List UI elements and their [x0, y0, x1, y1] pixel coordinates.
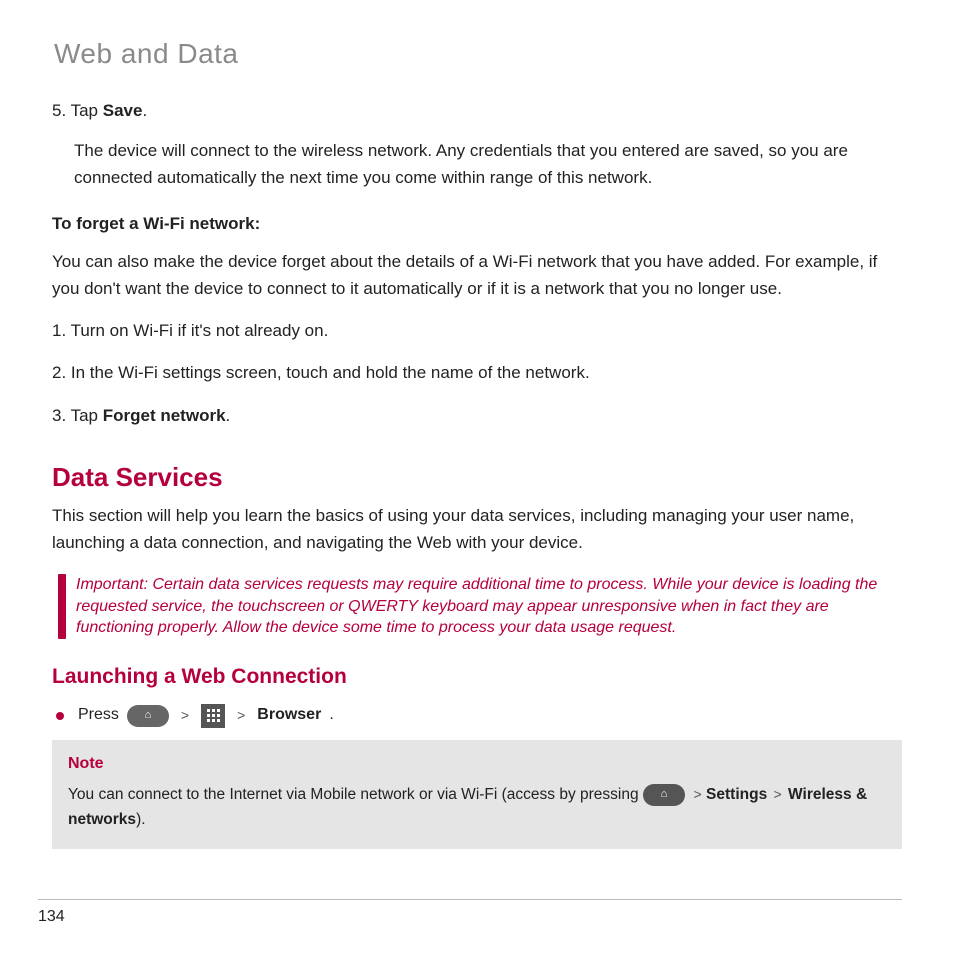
page-title: Web and Data [54, 38, 902, 70]
settings-label: Settings [706, 786, 767, 803]
step-5: 5. Tap Save. [52, 98, 902, 124]
chevron-icon: > [233, 705, 249, 727]
forget-heading: To forget a Wi-Fi network: [52, 211, 902, 237]
forget-step-1: 1. Turn on Wi-Fi if it's not already on. [52, 318, 902, 344]
home-icon: ⌂ [643, 784, 685, 806]
body-content: 5. Tap Save. The device will connect to … [52, 98, 902, 849]
section-heading-data-services: Data Services [52, 457, 902, 497]
data-services-intro: This section will help you learn the bas… [52, 503, 902, 556]
important-label: Important: [76, 576, 148, 593]
press-label: Press [78, 703, 119, 728]
forget-paragraph: You can also make the device forget abou… [52, 249, 902, 302]
period: . [329, 703, 333, 728]
step-text-post: . [142, 101, 147, 120]
step-number: 5. [52, 101, 71, 120]
document-page: Web and Data 5. Tap Save. The device wil… [0, 0, 954, 954]
note-box: Note You can connect to the Internet via… [52, 740, 902, 848]
note-label: Note [68, 752, 886, 777]
step-5-detail: The device will connect to the wireless … [74, 138, 902, 191]
footer-divider [38, 899, 902, 900]
page-number: 134 [38, 908, 65, 926]
apps-icon [201, 704, 225, 728]
chevron-icon: > [694, 786, 702, 802]
note-body: You can connect to the Internet via Mobi… [68, 783, 886, 833]
home-icon: ⌂ [127, 705, 169, 727]
callout-bar [58, 574, 66, 639]
bullet-dot [56, 712, 64, 720]
section-heading-launching: Launching a Web Connection [52, 661, 902, 694]
chevron-icon: > [177, 705, 193, 727]
browser-label: Browser [257, 703, 321, 728]
step-bold: Save [103, 101, 143, 120]
step-text-pre: Tap [71, 101, 103, 120]
step-bold: Forget network [103, 406, 226, 425]
forget-step-2: 2. In the Wi-Fi settings screen, touch a… [52, 360, 902, 386]
chevron-icon: > [772, 786, 784, 802]
note-close: ). [136, 811, 145, 828]
important-callout: Important: Certain data services request… [58, 574, 902, 639]
press-sequence: Press ⌂ > > Browser. [56, 703, 902, 728]
callout-text: Important: Certain data services request… [76, 574, 902, 639]
step-pre: 3. Tap [52, 406, 103, 425]
important-body: Certain data services requests may requi… [76, 576, 877, 636]
step-post: . [226, 406, 231, 425]
forget-step-3: 3. Tap Forget network. [52, 403, 902, 429]
note-pre: You can connect to the Internet via Mobi… [68, 786, 643, 803]
